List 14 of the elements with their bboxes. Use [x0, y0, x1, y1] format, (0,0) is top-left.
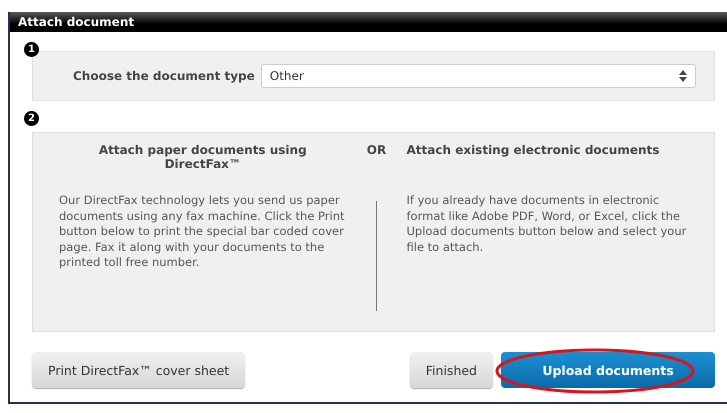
- description-text: Our DirectFax technology lets you send us paper documents using any fax machine. Click the Print button below to print the special bar coded cover page. Fax it along with your documents to the printed toll free number.: [59, 193, 346, 270]
- step-number: 1: [24, 42, 39, 57]
- or-separator: OR: [366, 143, 388, 157]
- upload-button[interactable]: Upload documents: [501, 352, 715, 388]
- step-number: 2: [24, 111, 39, 126]
- action-button[interactable]: Finished: [410, 352, 493, 388]
- section-heading: Attach paper documents using DirectFax™: [98, 143, 308, 173]
- spinner-arrows-icon: [679, 70, 687, 82]
- field-label: Choose the document type: [73, 69, 255, 83]
- document-type-select[interactable]: Other: [260, 64, 696, 88]
- section-heading: Attach existing electronic documents: [406, 143, 660, 159]
- window-title: Attach document: [10, 12, 727, 32]
- action-button[interactable]: Print DirectFax™ cover sheet: [32, 352, 246, 388]
- description-text: If you already have documents in electronic format like Adobe PDF, Word, or Excel, click the Upload documents button below and select your file to attach.: [406, 193, 688, 255]
